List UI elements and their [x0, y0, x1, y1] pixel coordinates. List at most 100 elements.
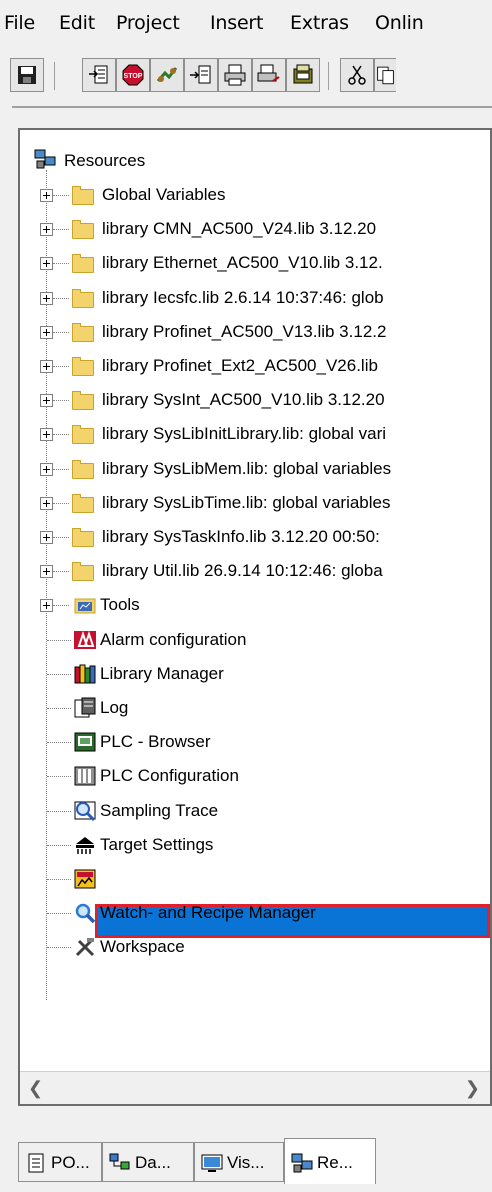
tree-item-label: library Iecsfc.lib 2.6.14 10:37:46: glob: [102, 288, 384, 307]
expand-plus-icon[interactable]: [40, 223, 53, 236]
menu-project[interactable]: Project: [116, 12, 180, 34]
tree-item-label: Tools: [100, 595, 140, 614]
tree-item[interactable]: library Profinet_Ext2_AC500_V26.lib: [20, 349, 490, 383]
folder-icon: [72, 425, 94, 444]
tree-item[interactable]: library SysLibInitLibrary.lib: global va…: [20, 417, 490, 451]
tree-item-label: Log: [100, 698, 129, 717]
tree-root-resources[interactable]: Resources: [34, 144, 334, 178]
tree-item-label: library Util.lib 26.9.14 10:12:46: globa: [102, 561, 383, 580]
tree-connector: [47, 947, 71, 948]
tree-item[interactable]: Sampling Trace: [20, 794, 490, 828]
tree-item[interactable]: Alarm configuration: [20, 623, 490, 657]
tree-item[interactable]: library CMN_AC500_V24.lib 3.12.20: [20, 212, 490, 246]
tree-item-label: library SysLibInitLibrary.lib: global va…: [102, 424, 387, 443]
tree-item[interactable]: Target Settings: [20, 828, 490, 862]
tree-item[interactable]: Watch- and Recipe Manager: [20, 896, 490, 930]
menu-edit[interactable]: Edit: [59, 12, 95, 34]
tree-item[interactable]: Workspace: [20, 930, 490, 964]
expand-plus-icon[interactable]: [40, 360, 53, 373]
folder-icon: [72, 528, 94, 547]
stop-button[interactable]: STOP: [116, 58, 150, 92]
tree-item[interactable]: Global Variables: [20, 178, 490, 212]
tab-visualizations-label: Vis...: [227, 1153, 265, 1172]
menu-insert[interactable]: Insert: [210, 12, 263, 34]
expand-plus-icon[interactable]: [40, 463, 53, 476]
tree-connector: [53, 537, 69, 538]
tree-item[interactable]: library Util.lib 26.9.14 10:12:46: globa: [20, 554, 490, 588]
expand-plus-icon[interactable]: [40, 257, 53, 270]
export-button[interactable]: [184, 58, 218, 92]
scroll-right-arrow-icon[interactable]: ❯: [465, 1078, 480, 1099]
tree-item[interactable]: library Ethernet_AC500_V10.lib 3.12.: [20, 246, 490, 280]
expand-plus-icon[interactable]: [40, 292, 53, 305]
expand-plus-icon[interactable]: [40, 565, 53, 578]
tree-item[interactable]: library Profinet_AC500_V13.lib 3.12.2: [20, 315, 490, 349]
tab-data-types[interactable]: Da...: [102, 1142, 194, 1182]
tree-item-label: library CMN_AC500_V24.lib 3.12.20: [102, 219, 377, 238]
expand-plus-icon[interactable]: [40, 428, 53, 441]
tree-connector: [53, 469, 69, 470]
tree-root-label: Resources: [64, 151, 146, 170]
export-icon: [190, 65, 211, 84]
cut-button[interactable]: [340, 58, 374, 92]
tree-item[interactable]: library Iecsfc.lib 2.6.14 10:37:46: glob: [20, 281, 490, 315]
print-button[interactable]: [218, 58, 252, 92]
expand-plus-icon[interactable]: [40, 394, 53, 407]
tools-button[interactable]: [150, 58, 184, 92]
tree-item[interactable]: PLC - Browser: [20, 725, 490, 759]
copy-button[interactable]: [374, 58, 396, 92]
tab-resources-label: Re...: [317, 1153, 353, 1172]
tree-item[interactable]: library SysLibMem.lib: global variables: [20, 452, 490, 486]
menu-file[interactable]: File: [4, 12, 35, 34]
tree-item[interactable]: Log: [20, 691, 490, 725]
folder-icon: [72, 562, 94, 581]
menu-online[interactable]: Onlin: [375, 12, 424, 34]
horizontal-scrollbar[interactable]: ❮ ❯: [20, 1071, 490, 1104]
tab-pous-label: PO...: [51, 1153, 90, 1172]
import-button[interactable]: [82, 58, 116, 92]
scroll-left-arrow-icon[interactable]: ❮: [28, 1078, 43, 1099]
expand-plus-icon[interactable]: [40, 599, 53, 612]
save-button[interactable]: [10, 58, 44, 92]
tree-item-label: Library Manager: [100, 664, 224, 683]
tab-data-types-label: Da...: [135, 1153, 171, 1172]
menu-extras[interactable]: Extras: [290, 12, 349, 34]
tree-item-label: library SysInt_AC500_V10.lib 3.12.20: [102, 390, 385, 409]
tree-connector: [47, 776, 71, 777]
tree-item[interactable]: library SysInt_AC500_V10.lib 3.12.20: [20, 383, 490, 417]
print-icon: [224, 64, 246, 86]
tree-item[interactable]: library SysLibTime.lib: global variables: [20, 486, 490, 520]
tree-item[interactable]: Library Manager: [20, 657, 490, 691]
tree-item[interactable]: library SysTaskInfo.lib 3.12.20 00:50:: [20, 520, 490, 554]
expand-plus-icon[interactable]: [40, 531, 53, 544]
tree-item[interactable]: Task configuration: [20, 862, 490, 896]
expand-plus-icon[interactable]: [40, 189, 53, 202]
tab-visualizations[interactable]: Vis...: [194, 1142, 284, 1182]
tree-item[interactable]: Tools: [20, 588, 490, 622]
print-setup-button[interactable]: [252, 58, 286, 92]
resources-icon: [34, 149, 56, 169]
tree-connector: [53, 366, 69, 367]
expand-plus-icon[interactable]: [40, 326, 53, 339]
tab-pous[interactable]: PO...: [18, 1142, 102, 1182]
folder-icon: [72, 289, 94, 308]
build-icon: [293, 64, 313, 84]
tools-icon: [156, 67, 178, 82]
build-button[interactable]: [286, 58, 320, 92]
tree-connector: [47, 879, 71, 880]
cut-icon: [348, 65, 366, 85]
tab-resources[interactable]: Re...: [284, 1138, 376, 1184]
tree-item-label: Watch- and Recipe Manager: [100, 903, 316, 922]
plc-browser-icon: [74, 732, 96, 752]
tree-item-label: library SysLibMem.lib: global variables: [102, 459, 392, 478]
print-setup-icon: [257, 64, 280, 82]
expand-plus-icon[interactable]: [40, 497, 53, 510]
tree-item-label: PLC Configuration: [100, 766, 239, 785]
tree-connector: [53, 195, 69, 196]
tree-item-label: Workspace: [100, 937, 185, 956]
tree-connector: [47, 708, 71, 709]
tree-item[interactable]: PLC Configuration: [20, 759, 490, 793]
folder-icon: [72, 494, 94, 513]
tree-connector: [53, 605, 69, 606]
folder-icon: [72, 254, 94, 273]
